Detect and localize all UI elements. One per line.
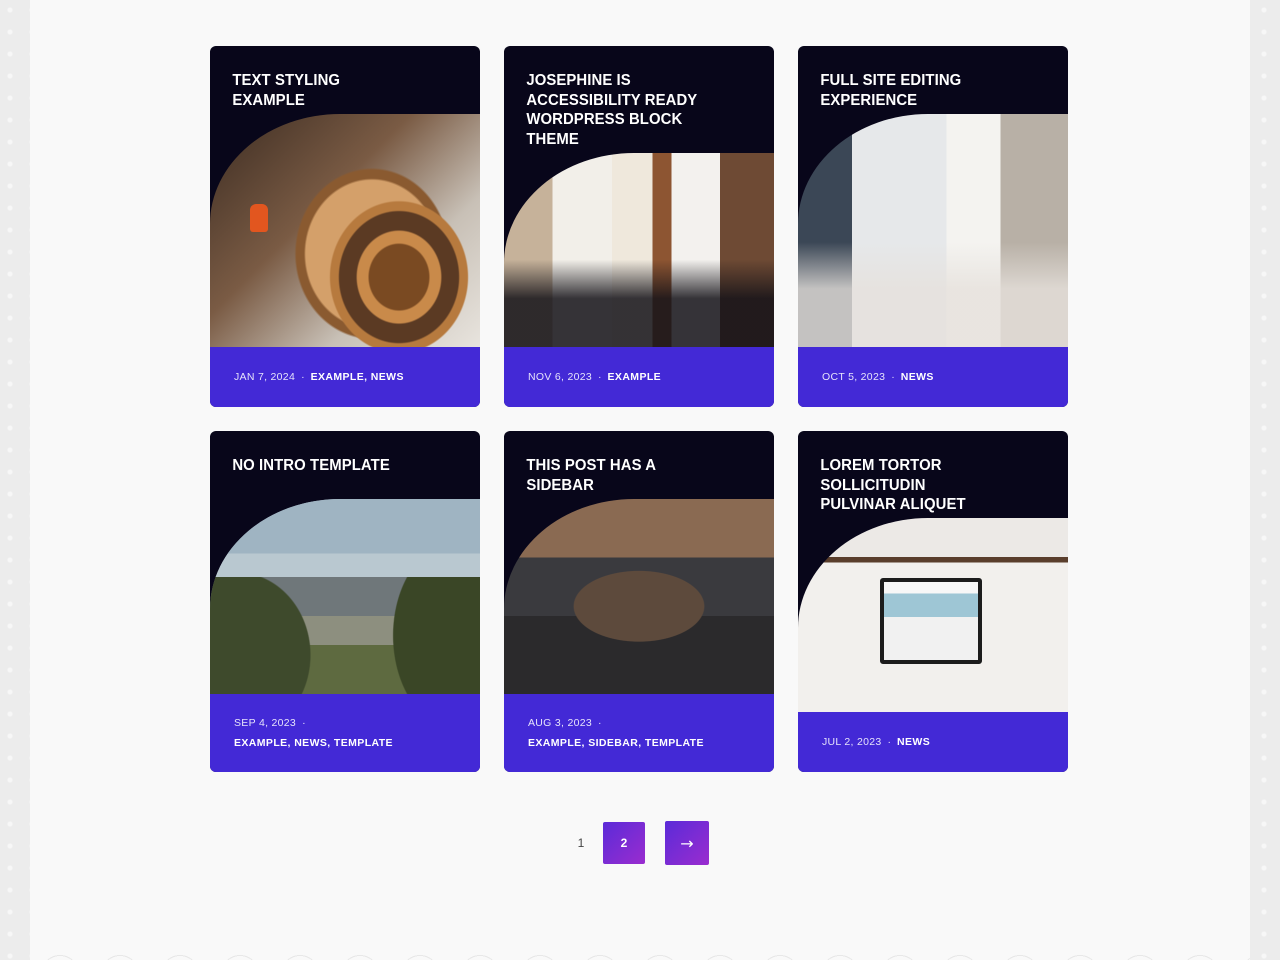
post-image[interactable] xyxy=(504,153,774,347)
post-meta: NOV 6, 2023 · EXAMPLE xyxy=(504,347,774,407)
arrow-right-icon: → xyxy=(680,833,694,853)
city-skyline-photo xyxy=(210,499,480,694)
post-date[interactable]: JAN 7, 2024 xyxy=(234,371,295,383)
post-date[interactable]: OCT 5, 2023 xyxy=(822,371,885,383)
meta-separator: · xyxy=(598,717,602,729)
person-figure xyxy=(250,204,268,232)
post-categories[interactable]: EXAMPLE, NEWS, TEMPLATE xyxy=(234,737,456,749)
post-meta: OCT 5, 2023 · NEWS xyxy=(798,347,1068,407)
pagination: 1 2 → xyxy=(30,821,1250,865)
post-card[interactable]: TEXT STYLING EXAMPLE JAN 7, 2024 · EXAMP… xyxy=(210,46,480,407)
post-categories[interactable]: EXAMPLE, NEWS xyxy=(311,371,404,383)
post-title[interactable]: FULL SITE EDITING EXPERIENCE xyxy=(798,46,1021,110)
post-title[interactable]: JOSEPHINE IS ACCESSIBILITY READY WORDPRE… xyxy=(504,46,727,149)
meta-separator: · xyxy=(887,736,892,748)
team-laptops-photo xyxy=(504,499,774,694)
post-meta: JAN 7, 2024 · EXAMPLE, NEWS xyxy=(210,347,480,407)
meta-separator: · xyxy=(302,717,306,729)
post-card[interactable]: THIS POST HAS A SIDEBAR AUG 3, 2023 · EX… xyxy=(504,431,774,772)
post-image[interactable] xyxy=(798,518,1068,712)
meta-separator: · xyxy=(891,371,895,383)
post-meta: AUG 3, 2023 · EXAMPLE, SIDEBAR, TEMPLATE xyxy=(504,694,774,772)
post-categories[interactable]: EXAMPLE xyxy=(608,371,662,383)
post-card[interactable]: FULL SITE EDITING EXPERIENCE OCT 5, 2023… xyxy=(798,46,1068,407)
post-title[interactable]: THIS POST HAS A SIDEBAR xyxy=(504,431,727,495)
men-at-laptops-photo xyxy=(798,114,1068,347)
post-image[interactable] xyxy=(798,114,1068,347)
page-1-link[interactable]: 1 xyxy=(571,836,591,850)
spiral-staircase-photo xyxy=(210,114,480,347)
post-title[interactable]: NO INTRO TEMPLATE xyxy=(210,431,433,476)
current-page: 2 xyxy=(603,822,645,864)
post-meta: SEP 4, 2023 · EXAMPLE, NEWS, TEMPLATE xyxy=(210,694,480,772)
next-page-button[interactable]: → xyxy=(665,821,709,865)
post-date[interactable]: AUG 3, 2023 xyxy=(528,717,592,729)
computer-screen xyxy=(880,578,982,664)
post-image[interactable] xyxy=(504,499,774,694)
footer-pattern xyxy=(30,944,1250,960)
post-date[interactable]: SEP 4, 2023 xyxy=(234,717,296,729)
page-container: TEXT STYLING EXAMPLE JAN 7, 2024 · EXAMP… xyxy=(30,0,1250,960)
post-card[interactable]: LOREM TORTOR SOLLICITUDIN PULVINAR ALIQU… xyxy=(798,431,1068,772)
desk-computer-photo xyxy=(798,518,1068,712)
meta-separator: · xyxy=(598,371,602,383)
post-card[interactable]: NO INTRO TEMPLATE SEP 4, 2023 · EXAMPLE,… xyxy=(210,431,480,772)
post-image[interactable] xyxy=(210,499,480,694)
meta-separator: · xyxy=(301,371,305,383)
post-categories[interactable]: NEWS xyxy=(901,371,934,383)
post-date[interactable]: JUL 2, 2023 xyxy=(822,736,882,748)
post-title[interactable]: TEXT STYLING EXAMPLE xyxy=(210,46,433,110)
post-grid: TEXT STYLING EXAMPLE JAN 7, 2024 · EXAMP… xyxy=(210,46,1068,772)
post-date[interactable]: NOV 6, 2023 xyxy=(528,371,592,383)
post-card[interactable]: JOSEPHINE IS ACCESSIBILITY READY WORDPRE… xyxy=(504,46,774,407)
post-meta: JUL 2, 2023 · NEWS xyxy=(798,712,1068,772)
post-categories[interactable]: EXAMPLE, SIDEBAR, TEMPLATE xyxy=(528,737,750,749)
post-categories[interactable]: NEWS xyxy=(897,736,930,748)
post-image[interactable] xyxy=(210,114,480,347)
post-title[interactable]: LOREM TORTOR SOLLICITUDIN PULVINAR ALIQU… xyxy=(798,431,1021,515)
team-meeting-photo xyxy=(504,153,774,347)
